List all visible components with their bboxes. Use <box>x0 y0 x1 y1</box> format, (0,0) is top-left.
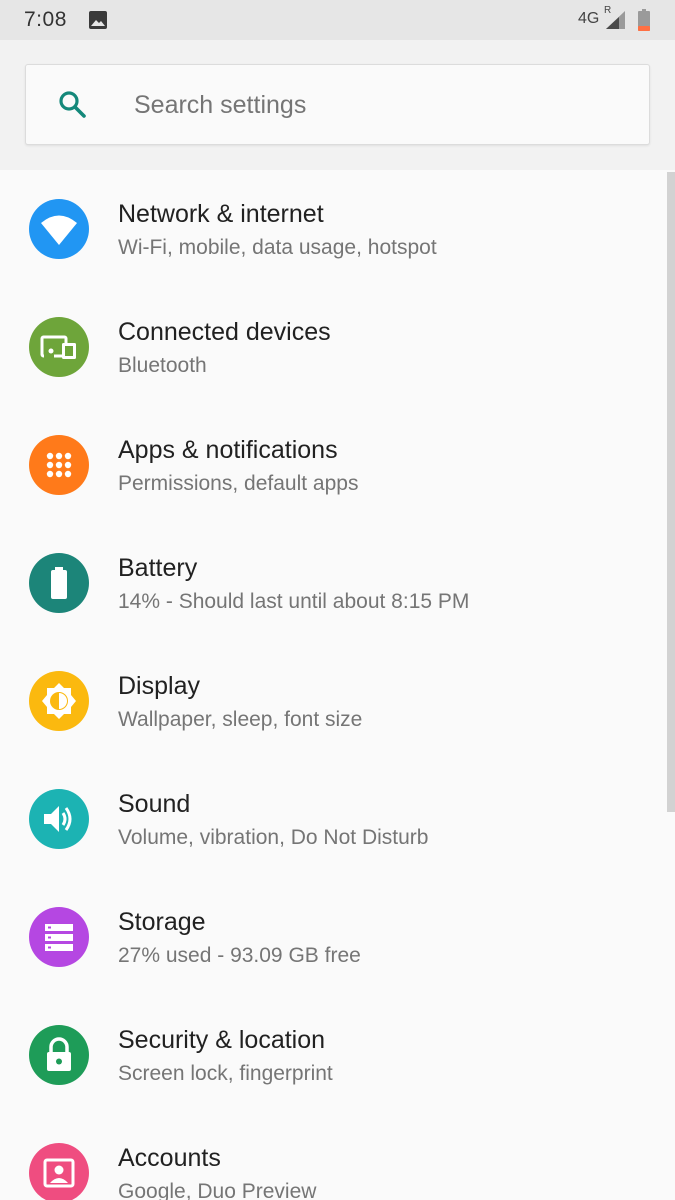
setting-subtitle: Screen lock, fingerprint <box>118 1062 333 1085</box>
setting-accounts[interactable]: Accounts Google, Duo Preview <box>0 1114 665 1200</box>
gallery-notification-icon <box>88 10 108 35</box>
setting-subtitle: Permissions, default apps <box>118 472 359 495</box>
status-time: 7:08 <box>24 8 67 31</box>
setting-title: Sound <box>118 790 191 818</box>
setting-sound[interactable]: Sound Volume, vibration, Do Not Disturb <box>0 760 665 878</box>
setting-subtitle: Google, Duo Preview <box>118 1180 317 1200</box>
search-input[interactable] <box>132 83 616 127</box>
setting-storage[interactable]: Storage 27% used - 93.09 GB free <box>0 878 665 996</box>
battery-status-icon <box>638 9 650 36</box>
storage-icon <box>29 907 89 967</box>
setting-title: Accounts <box>118 1144 221 1172</box>
search-bar[interactable] <box>25 64 650 145</box>
signal-strength-icon <box>606 11 626 34</box>
wifi-icon <box>29 199 89 259</box>
settings-list: Network & internet Wi-Fi, mobile, data u… <box>0 170 665 1200</box>
setting-display[interactable]: Display Wallpaper, sleep, font size <box>0 642 665 760</box>
setting-subtitle: Volume, vibration, Do Not Disturb <box>118 826 429 849</box>
search-icon <box>57 89 87 124</box>
volume-icon <box>29 789 89 849</box>
setting-apps-notifications[interactable]: Apps & notifications Permissions, defaul… <box>0 406 665 524</box>
setting-security-location[interactable]: Security & location Screen lock, fingerp… <box>0 996 665 1114</box>
setting-subtitle: Bluetooth <box>118 354 207 377</box>
devices-icon <box>29 317 89 377</box>
setting-title: Battery <box>118 554 198 582</box>
setting-subtitle: 27% used - 93.09 GB free <box>118 944 361 967</box>
brightness-icon <box>29 671 89 731</box>
network-type-label: 4G <box>578 10 600 27</box>
apps-grid-icon <box>29 435 89 495</box>
setting-title: Display <box>118 672 200 700</box>
setting-battery[interactable]: Battery 14% - Should last until about 8:… <box>0 524 665 642</box>
setting-connected-devices[interactable]: Connected devices Bluetooth <box>0 288 665 406</box>
setting-title: Security & location <box>118 1026 326 1054</box>
setting-network-internet[interactable]: Network & internet Wi-Fi, mobile, data u… <box>0 170 665 288</box>
scrollbar[interactable] <box>667 172 675 812</box>
setting-subtitle: Wallpaper, sleep, font size <box>118 708 363 731</box>
status-bar: 7:08 4G R <box>0 0 675 40</box>
battery-icon <box>29 553 89 613</box>
setting-title: Storage <box>118 908 206 936</box>
lock-icon <box>29 1025 89 1085</box>
setting-subtitle: 14% - Should last until about 8:15 PM <box>118 590 470 613</box>
setting-subtitle: Wi-Fi, mobile, data usage, hotspot <box>118 236 437 259</box>
setting-title: Apps & notifications <box>118 436 338 464</box>
search-area <box>0 40 675 170</box>
account-icon <box>29 1143 89 1200</box>
setting-title: Network & internet <box>118 200 324 228</box>
setting-title: Connected devices <box>118 318 331 346</box>
